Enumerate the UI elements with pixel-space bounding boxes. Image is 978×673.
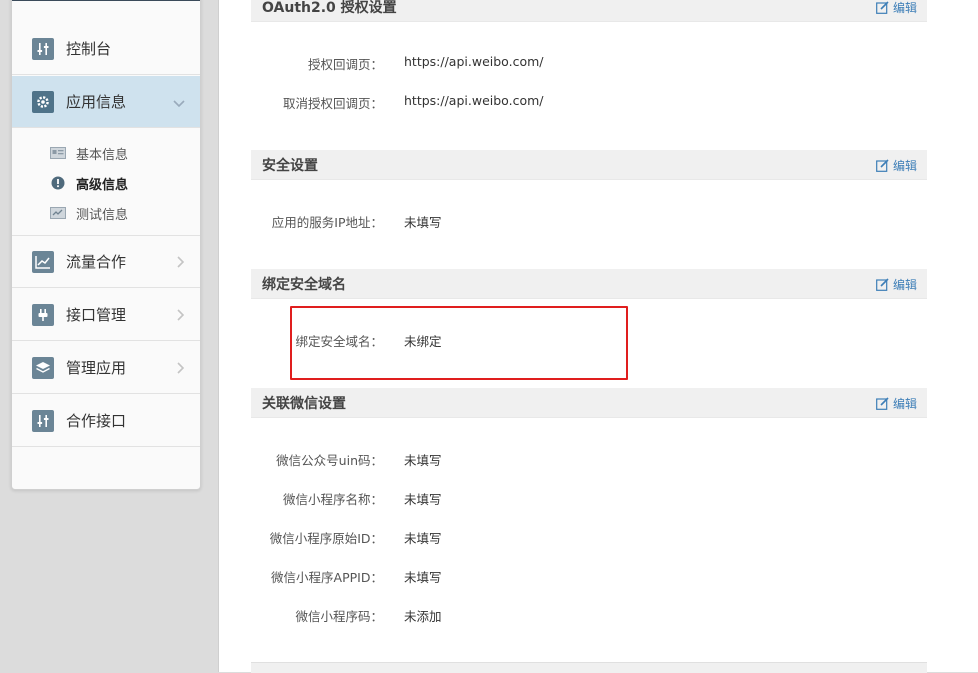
sidebar-item-api-management[interactable]: 接口管理 <box>12 289 200 341</box>
field-row: 微信小程序原始ID： 未填写 <box>251 528 927 548</box>
field-label: 微信小程序APPID： <box>271 570 383 585</box>
field-value: https://api.weibo.com/ <box>404 93 544 108</box>
test-card-icon <box>50 207 66 219</box>
sliders-icon <box>32 409 54 432</box>
edit-button[interactable]: 编辑 <box>876 276 917 293</box>
edit-button[interactable]: 编辑 <box>876 395 917 412</box>
chevron-down-icon <box>172 94 186 113</box>
field-label: 取消授权回调页： <box>282 96 383 111</box>
edit-label: 编辑 <box>892 278 917 292</box>
field-value: 未填写 <box>404 492 442 507</box>
section-header-security: 安全设置 编辑 <box>251 150 927 180</box>
sidebar-subitem-label: 基本信息 <box>76 147 129 163</box>
section-header-oauth: OAuth2.0 授权设置 编辑 <box>251 0 927 22</box>
card-icon <box>50 147 66 159</box>
sidebar-item-label: 控制台 <box>66 40 112 58</box>
field-row: 微信公众号uin码： 未填写 <box>251 450 927 470</box>
exclamation-icon <box>50 176 66 190</box>
field-value: 未填写 <box>404 531 442 546</box>
sidebar-subitem-advanced-info[interactable]: 高级信息 <box>12 168 200 198</box>
sidebar-subitem-label: 测试信息 <box>76 207 129 223</box>
section-title: 关联微信设置 <box>262 395 346 412</box>
field-label: 微信小程序名称： <box>282 492 383 507</box>
edit-label: 编辑 <box>892 1 917 15</box>
edit-icon <box>876 159 889 172</box>
field-row: 微信小程序名称： 未填写 <box>251 489 927 509</box>
field-row: 微信小程序码： 未添加 <box>251 606 927 626</box>
highlight-box <box>290 306 628 380</box>
sidebar-subitem-test-info[interactable]: 测试信息 <box>12 198 200 228</box>
sidebar-item-manage-apps[interactable]: 管理应用 <box>12 342 200 394</box>
sidebar-item-label: 合作接口 <box>66 412 127 430</box>
sidebar-item-partner-api[interactable]: 合作接口 <box>12 395 200 447</box>
sidebar-item-traffic[interactable]: 流量合作 <box>12 236 200 288</box>
field-row: 应用的服务IP地址： 未填写 <box>251 212 927 232</box>
field-value: https://api.weibo.com/ <box>404 54 544 69</box>
chevron-right-icon <box>176 254 186 273</box>
edit-icon <box>876 1 889 14</box>
field-value: 未填写 <box>404 570 442 585</box>
line-chart-icon <box>32 250 54 273</box>
sidebar-item-app-info[interactable]: 应用信息 <box>12 76 200 128</box>
section-header-domain: 绑定安全域名 编辑 <box>251 269 927 299</box>
sidebar-subitem-label: 高级信息 <box>76 177 129 193</box>
field-value: 未填写 <box>404 215 442 230</box>
layers-icon <box>32 356 54 379</box>
chevron-right-icon <box>176 360 186 379</box>
section-title: OAuth2.0 授权设置 <box>262 0 397 16</box>
field-label: 应用的服务IP地址： <box>271 215 383 230</box>
field-label: 微信公众号uin码： <box>276 453 383 468</box>
sidebar-item-label: 管理应用 <box>66 359 127 377</box>
field-value: 未填写 <box>404 453 442 468</box>
field-label: 授权回调页： <box>307 57 383 72</box>
next-section-header <box>251 662 927 673</box>
section-header-wechat: 关联微信设置 编辑 <box>251 388 927 418</box>
plug-icon <box>32 303 54 326</box>
field-label: 微信小程序原始ID： <box>269 531 383 546</box>
edit-label: 编辑 <box>892 397 917 411</box>
sidebar-subitem-basic-info[interactable]: 基本信息 <box>12 138 200 168</box>
field-row: 微信小程序APPID： 未填写 <box>251 567 927 587</box>
sidebar-nav: 控制台 应用信息 基本信息 高级信息 测试信息 流量合作 接口管理 管理应用 合… <box>11 0 201 490</box>
gear-icon <box>32 90 54 113</box>
field-row: 取消授权回调页： https://api.weibo.com/ <box>251 93 927 113</box>
edit-icon <box>876 278 889 291</box>
edit-label: 编辑 <box>892 159 917 173</box>
sidebar-item-label: 应用信息 <box>66 93 127 111</box>
sidebar-item-label: 接口管理 <box>66 306 127 324</box>
field-row: 授权回调页： https://api.weibo.com/ <box>251 54 927 74</box>
section-title: 安全设置 <box>262 157 318 174</box>
edit-button[interactable]: 编辑 <box>876 157 917 174</box>
sidebar-item-label: 流量合作 <box>66 253 127 271</box>
sidebar-item-console[interactable]: 控制台 <box>12 23 200 75</box>
chevron-right-icon <box>176 307 186 326</box>
edit-icon <box>876 397 889 410</box>
section-title: 绑定安全域名 <box>262 276 346 293</box>
sidebar-top-bar <box>12 0 200 1</box>
edit-button[interactable]: 编辑 <box>876 0 917 16</box>
field-value: 未添加 <box>404 609 442 624</box>
sliders-icon <box>32 37 54 60</box>
field-label: 微信小程序码： <box>295 609 383 624</box>
